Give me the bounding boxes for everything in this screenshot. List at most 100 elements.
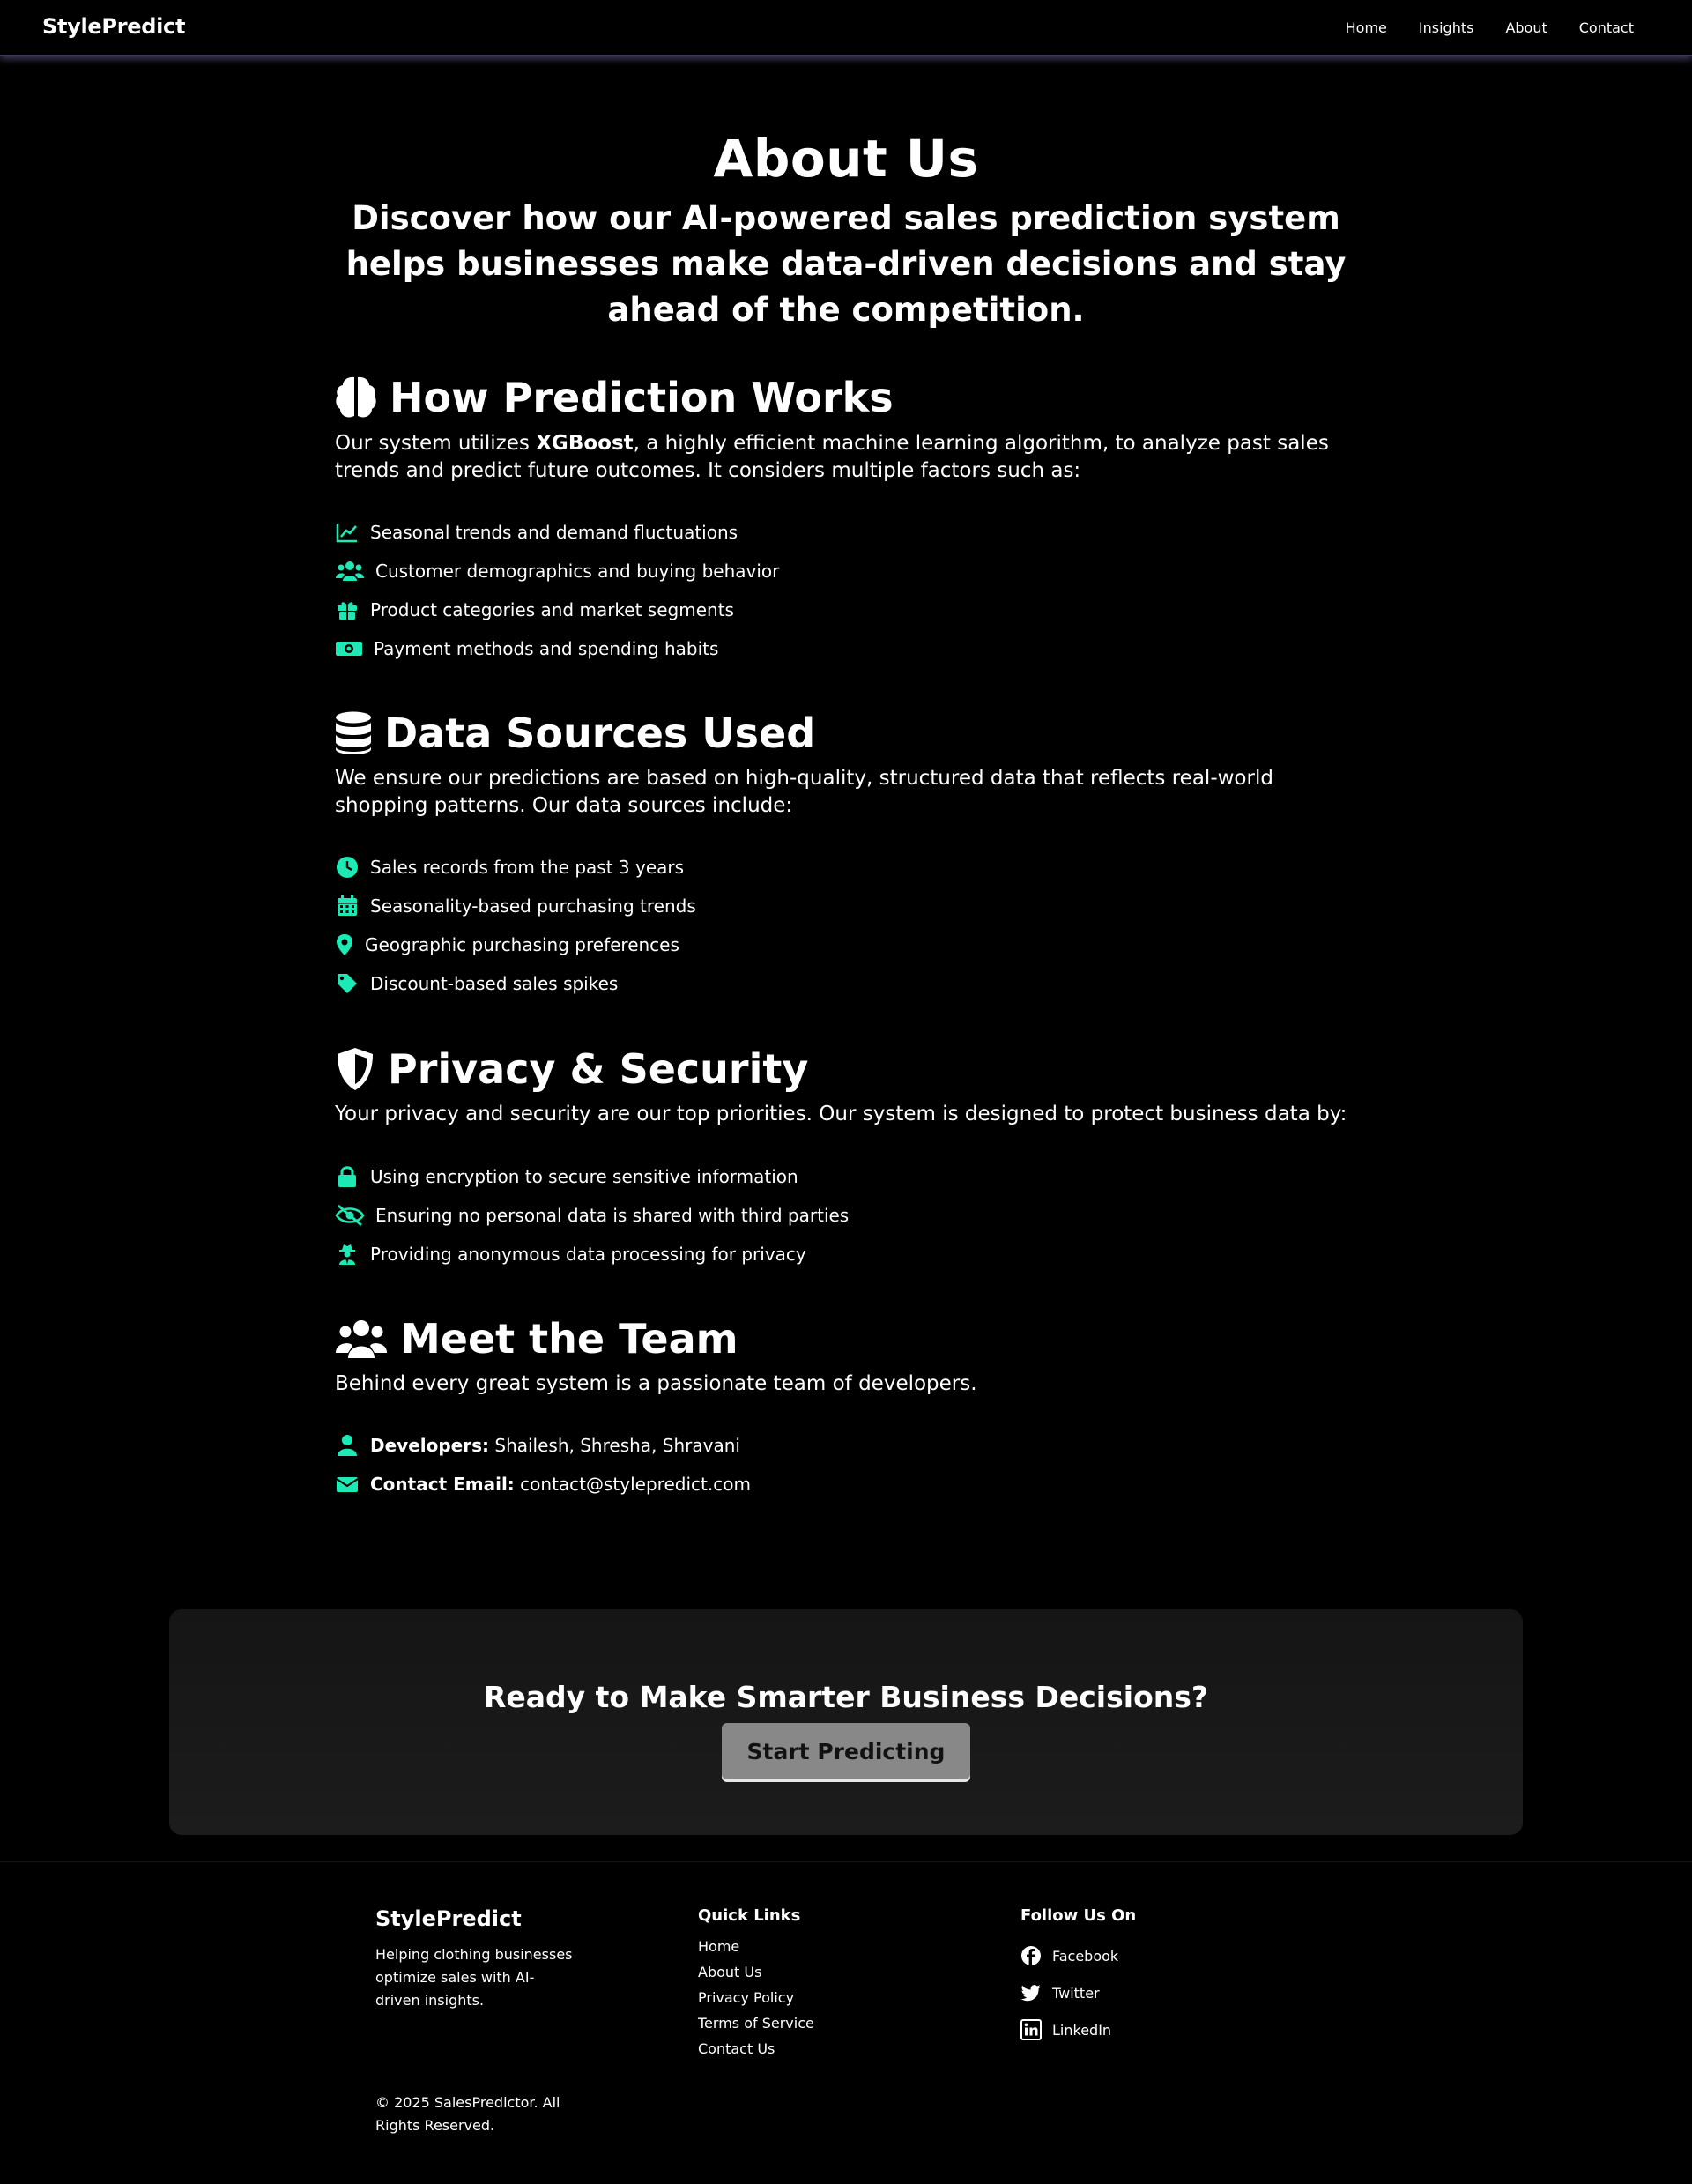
footer-link-terms[interactable]: Terms of Service — [698, 2010, 814, 2036]
section-heading-privacy: Privacy & Security — [335, 1045, 808, 1093]
facebook-icon — [1021, 1946, 1041, 1965]
start-predicting-button[interactable]: Start Predicting — [722, 1723, 970, 1779]
nav-about[interactable]: About — [1505, 19, 1547, 36]
list-item: Payment methods and spending habits — [335, 629, 779, 668]
map-pin-icon — [335, 932, 354, 957]
list-item-label: Seasonality-based purchasing trends — [370, 895, 696, 917]
section-title: Privacy & Security — [388, 1045, 809, 1093]
footer-description: Helping clothing businesses optimize sal… — [375, 1946, 573, 2009]
brand-logo[interactable]: StylePredict — [42, 14, 185, 39]
list-item-label: Providing anonymous data processing for … — [370, 1244, 806, 1265]
sources-text: We ensure our predictions are based on h… — [335, 767, 1273, 817]
list-item: Ensuring no personal data is shared with… — [335, 1196, 849, 1235]
list-item-label: Product categories and market segments — [370, 599, 734, 620]
list-item: Discount-based sales spikes — [335, 964, 696, 1003]
list-item-label: Geographic purchasing preferences — [365, 934, 679, 955]
email-label: Contact Email: — [370, 1474, 515, 1495]
nav-links: Home Insights About Contact — [1346, 19, 1634, 36]
section-title: How Prediction Works — [390, 374, 894, 421]
envelope-icon — [335, 1472, 360, 1497]
footer-quick-links: Quick Links Home About Us Privacy Policy… — [698, 1906, 814, 2061]
section-title: Data Sources Used — [384, 709, 816, 757]
nav-home[interactable]: Home — [1346, 19, 1387, 36]
footer-link-home[interactable]: Home — [698, 1934, 814, 1959]
privacy-list: Using encryption to secure sensitive inf… — [335, 1157, 849, 1274]
eye-slash-icon — [335, 1203, 365, 1228]
brain-icon — [335, 375, 377, 420]
footer-link-contact[interactable]: Contact Us — [698, 2036, 814, 2061]
nav-contact[interactable]: Contact — [1579, 19, 1634, 36]
chart-line-icon — [335, 520, 360, 545]
linkedin-icon — [1020, 2019, 1042, 2040]
developers-value: Shailesh, Shresha, Shravani — [494, 1435, 740, 1456]
page-subtitle: Discover how our AI-powered sales predic… — [345, 199, 1347, 329]
footer-brand: StylePredict — [375, 1906, 522, 1931]
quick-links-title: Quick Links — [698, 1906, 801, 1925]
nav-insights[interactable]: Insights — [1419, 19, 1474, 36]
social-linkedin[interactable]: LinkedIn — [1020, 2011, 1136, 2048]
social-facebook[interactable]: Facebook — [1020, 1937, 1136, 1974]
prediction-text: Our system utilizes XGBoost, a highly ef… — [335, 430, 1357, 485]
footer-copyright: © 2025 SalesPredictor. All Rights Reserv… — [375, 2094, 560, 2134]
developers-label: Developers: — [370, 1435, 490, 1456]
list-item: Product categories and market segments — [335, 591, 779, 629]
social-label: Twitter — [1052, 1984, 1100, 2002]
navbar: StylePredict Home Insights About Contact — [0, 0, 1692, 56]
social-label: LinkedIn — [1052, 2021, 1112, 2039]
footer-about: StylePredict Helping clothing businesses… — [375, 1906, 578, 2134]
lock-icon — [335, 1164, 360, 1189]
list-item: Developers: Shailesh, Shresha, Shravani — [335, 1426, 751, 1465]
shield-icon — [335, 1046, 375, 1092]
list-item-label: Ensuring no personal data is shared with… — [375, 1205, 850, 1226]
footer: StylePredict Helping clothing businesses… — [0, 1861, 1692, 2184]
social-twitter[interactable]: Twitter — [1020, 1974, 1136, 2011]
users-icon — [335, 559, 365, 583]
gift-icon — [335, 598, 360, 622]
data-sources-list: Sales records from the past 3 years Seas… — [335, 848, 696, 1003]
list-item: Seasonal trends and demand fluctuations — [335, 513, 779, 552]
users-icon — [335, 1318, 388, 1360]
xgboost-label: XGBoost — [536, 432, 634, 455]
privacy-text: Your privacy and security are our top pr… — [335, 1103, 1347, 1125]
email-link[interactable]: contact@stylepredict.com — [520, 1474, 751, 1495]
list-item: Customer demographics and buying behavio… — [335, 552, 779, 591]
footer-social: Follow Us On Facebook Twitter LinkedIn — [1020, 1906, 1136, 2048]
cta-title: Ready to Make Smarter Business Decisions… — [483, 1680, 1209, 1714]
page-title: About Us — [713, 129, 979, 189]
list-item: Geographic purchasing preferences — [335, 925, 696, 964]
quick-links-list: Home About Us Privacy Policy Terms of Se… — [698, 1934, 814, 2061]
social-label: Facebook — [1052, 1947, 1119, 1965]
list-item-label: Sales records from the past 3 years — [370, 857, 685, 878]
list-item: Contact Email: contact@stylepredict.com — [335, 1465, 751, 1504]
section-heading-prediction: How Prediction Works — [335, 374, 894, 421]
database-icon — [335, 711, 372, 755]
list-item-label: Discount-based sales spikes — [370, 973, 619, 994]
list-item: Providing anonymous data processing for … — [335, 1235, 849, 1274]
user-icon — [335, 1433, 360, 1458]
prediction-factors-list: Seasonal trends and demand fluctuations … — [335, 513, 779, 668]
list-item-label: Customer demographics and buying behavio… — [375, 561, 780, 582]
text-segment: Our system utilizes — [335, 432, 537, 455]
list-item-label: Seasonal trends and demand fluctuations — [370, 522, 738, 543]
list-item: Seasonality-based purchasing trends — [335, 887, 696, 925]
list-item: Sales records from the past 3 years — [335, 848, 696, 887]
calendar-icon — [335, 894, 360, 918]
section-title: Meet the Team — [400, 1315, 738, 1363]
footer-link-about[interactable]: About Us — [698, 1959, 814, 1985]
section-heading-data-sources: Data Sources Used — [335, 709, 815, 757]
footer-link-privacy[interactable]: Privacy Policy — [698, 1985, 814, 2010]
team-text: Behind every great system is a passionat… — [335, 1372, 977, 1395]
user-secret-icon — [335, 1242, 360, 1267]
list-item-label: Payment methods and spending habits — [374, 638, 719, 659]
social-list: Facebook Twitter LinkedIn — [1020, 1937, 1136, 2048]
clock-icon — [335, 855, 360, 880]
section-heading-team: Meet the Team — [335, 1315, 738, 1363]
team-list: Developers: Shailesh, Shresha, Shravani … — [335, 1426, 751, 1504]
list-item: Using encryption to secure sensitive inf… — [335, 1157, 849, 1196]
cta-panel: Ready to Make Smarter Business Decisions… — [169, 1609, 1523, 1835]
twitter-icon — [1020, 1985, 1041, 2002]
follow-title: Follow Us On — [1020, 1906, 1137, 1925]
list-item-label: Using encryption to secure sensitive inf… — [370, 1166, 798, 1187]
money-bill-icon — [335, 636, 363, 661]
tag-icon — [335, 971, 360, 996]
